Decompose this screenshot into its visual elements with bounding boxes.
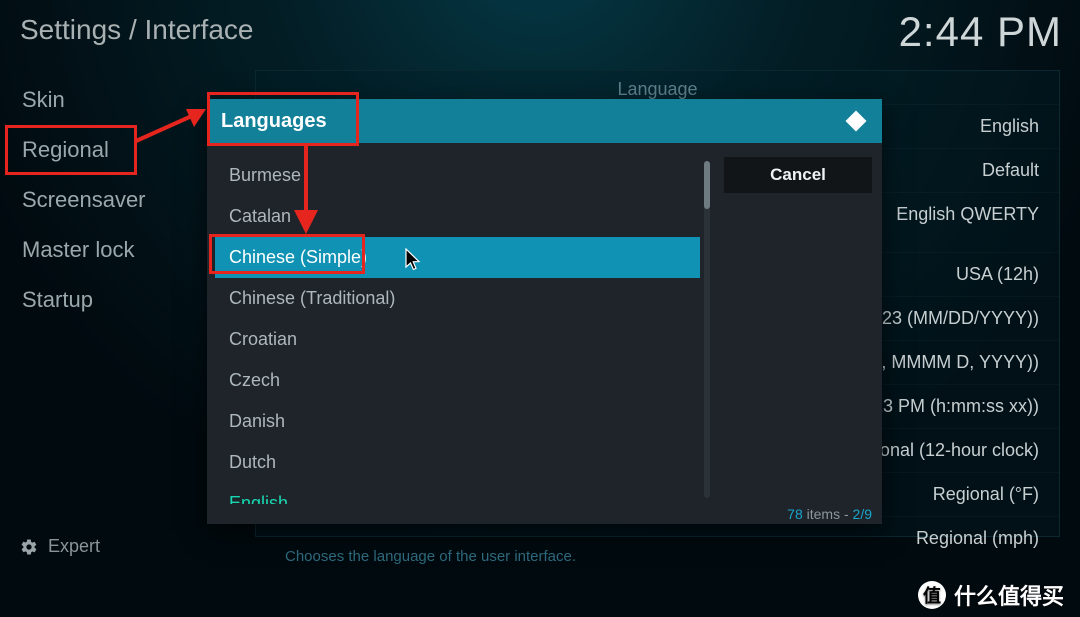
sidebar-item-screensaver[interactable]: Screensaver	[0, 175, 235, 225]
dialog-header: Languages	[207, 99, 882, 143]
dialog-title: Languages	[221, 110, 327, 133]
cancel-button[interactable]: Cancel	[724, 157, 872, 193]
settings-level-label: Expert	[48, 536, 100, 557]
sidebar-item-skin[interactable]: Skin	[0, 75, 235, 125]
dialog-pager: 78 items - 2/9	[787, 506, 872, 522]
gear-icon	[20, 538, 38, 556]
list-item[interactable]: Catalan	[215, 196, 700, 237]
list-item[interactable]: Dutch	[215, 442, 700, 483]
setting-description: Chooses the language of the user interfa…	[285, 548, 576, 565]
list-item[interactable]: Chinese (Traditional)	[215, 278, 700, 319]
list-item[interactable]: Burmese	[215, 155, 700, 196]
list-item[interactable]: Croatian	[215, 319, 700, 360]
watermark-text: 什么值得买	[954, 579, 1064, 611]
list-item[interactable]: Czech	[215, 360, 700, 401]
list-item-current[interactable]: English	[215, 483, 700, 504]
settings-level-expert[interactable]: Expert	[20, 536, 100, 557]
list-item[interactable]: Danish	[215, 401, 700, 442]
settings-sidebar: Skin Regional Screensaver Master lock St…	[0, 70, 235, 617]
sidebar-item-startup[interactable]: Startup	[0, 275, 235, 325]
sidebar-item-regional[interactable]: Regional	[0, 125, 235, 175]
breadcrumb: Settings / Interface	[20, 14, 253, 46]
sidebar-item-master-lock[interactable]: Master lock	[0, 225, 235, 275]
clock: 2:44 PM	[899, 8, 1062, 56]
kodi-logo-icon	[844, 109, 868, 133]
scrollbar[interactable]	[704, 161, 710, 498]
language-list[interactable]: Burmese Catalan Chinese (Simple) Chinese…	[215, 155, 700, 504]
watermark-badge: 值	[918, 581, 946, 609]
language-dialog: Languages Burmese Catalan Chinese (Simpl…	[207, 99, 882, 524]
list-item-selected[interactable]: Chinese (Simple)	[215, 237, 700, 278]
watermark: 值 什么值得买	[918, 579, 1064, 611]
scrollbar-thumb[interactable]	[704, 161, 710, 209]
